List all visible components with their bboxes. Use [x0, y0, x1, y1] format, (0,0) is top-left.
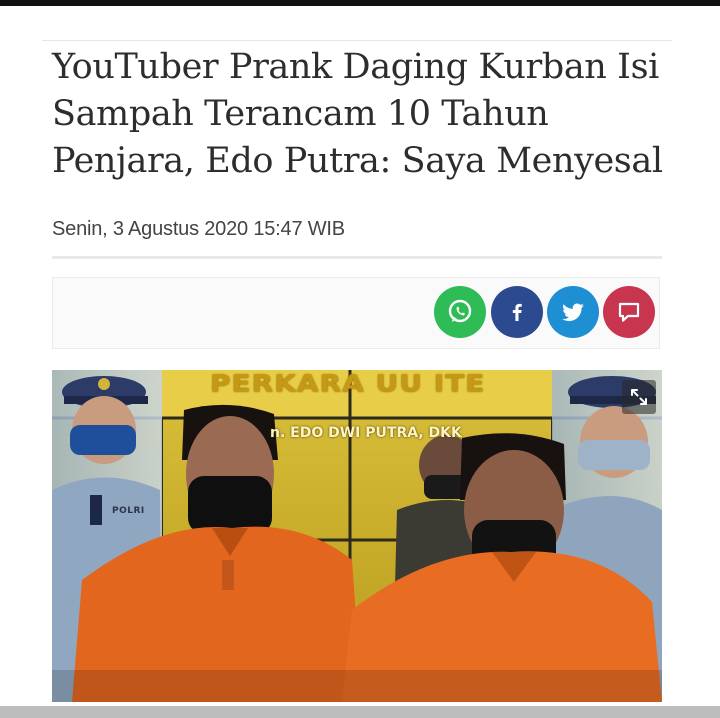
top-frame-bar [0, 0, 720, 6]
facebook-share-button[interactable] [491, 286, 543, 338]
expand-icon [631, 389, 647, 405]
article-photo [52, 370, 662, 702]
press-conference-illustration [52, 370, 662, 702]
banner-subtitle-text: n. EDO DWI PUTRA, DKK [270, 425, 462, 441]
banner-title-text: PERKARA UU ITE [210, 370, 486, 398]
twitter-share-button[interactable] [547, 286, 599, 338]
comment-button[interactable] [603, 286, 655, 338]
bottom-frame-bar [0, 706, 720, 718]
facebook-icon [512, 303, 522, 321]
comment-icon [618, 302, 640, 322]
article-date: Senin, 3 Agustus 2020 15:47 WIB [52, 218, 345, 240]
whatsapp-icon [448, 299, 472, 323]
expand-image-button[interactable] [622, 380, 656, 414]
header-divider [42, 40, 672, 41]
article-title: YouTuber Prank Daging Kurban Isi Sampah … [52, 47, 663, 181]
whatsapp-share-button[interactable] [434, 286, 486, 338]
uniform-badge-text: POLRI [112, 506, 145, 516]
date-divider [52, 256, 662, 259]
twitter-icon [562, 303, 584, 322]
